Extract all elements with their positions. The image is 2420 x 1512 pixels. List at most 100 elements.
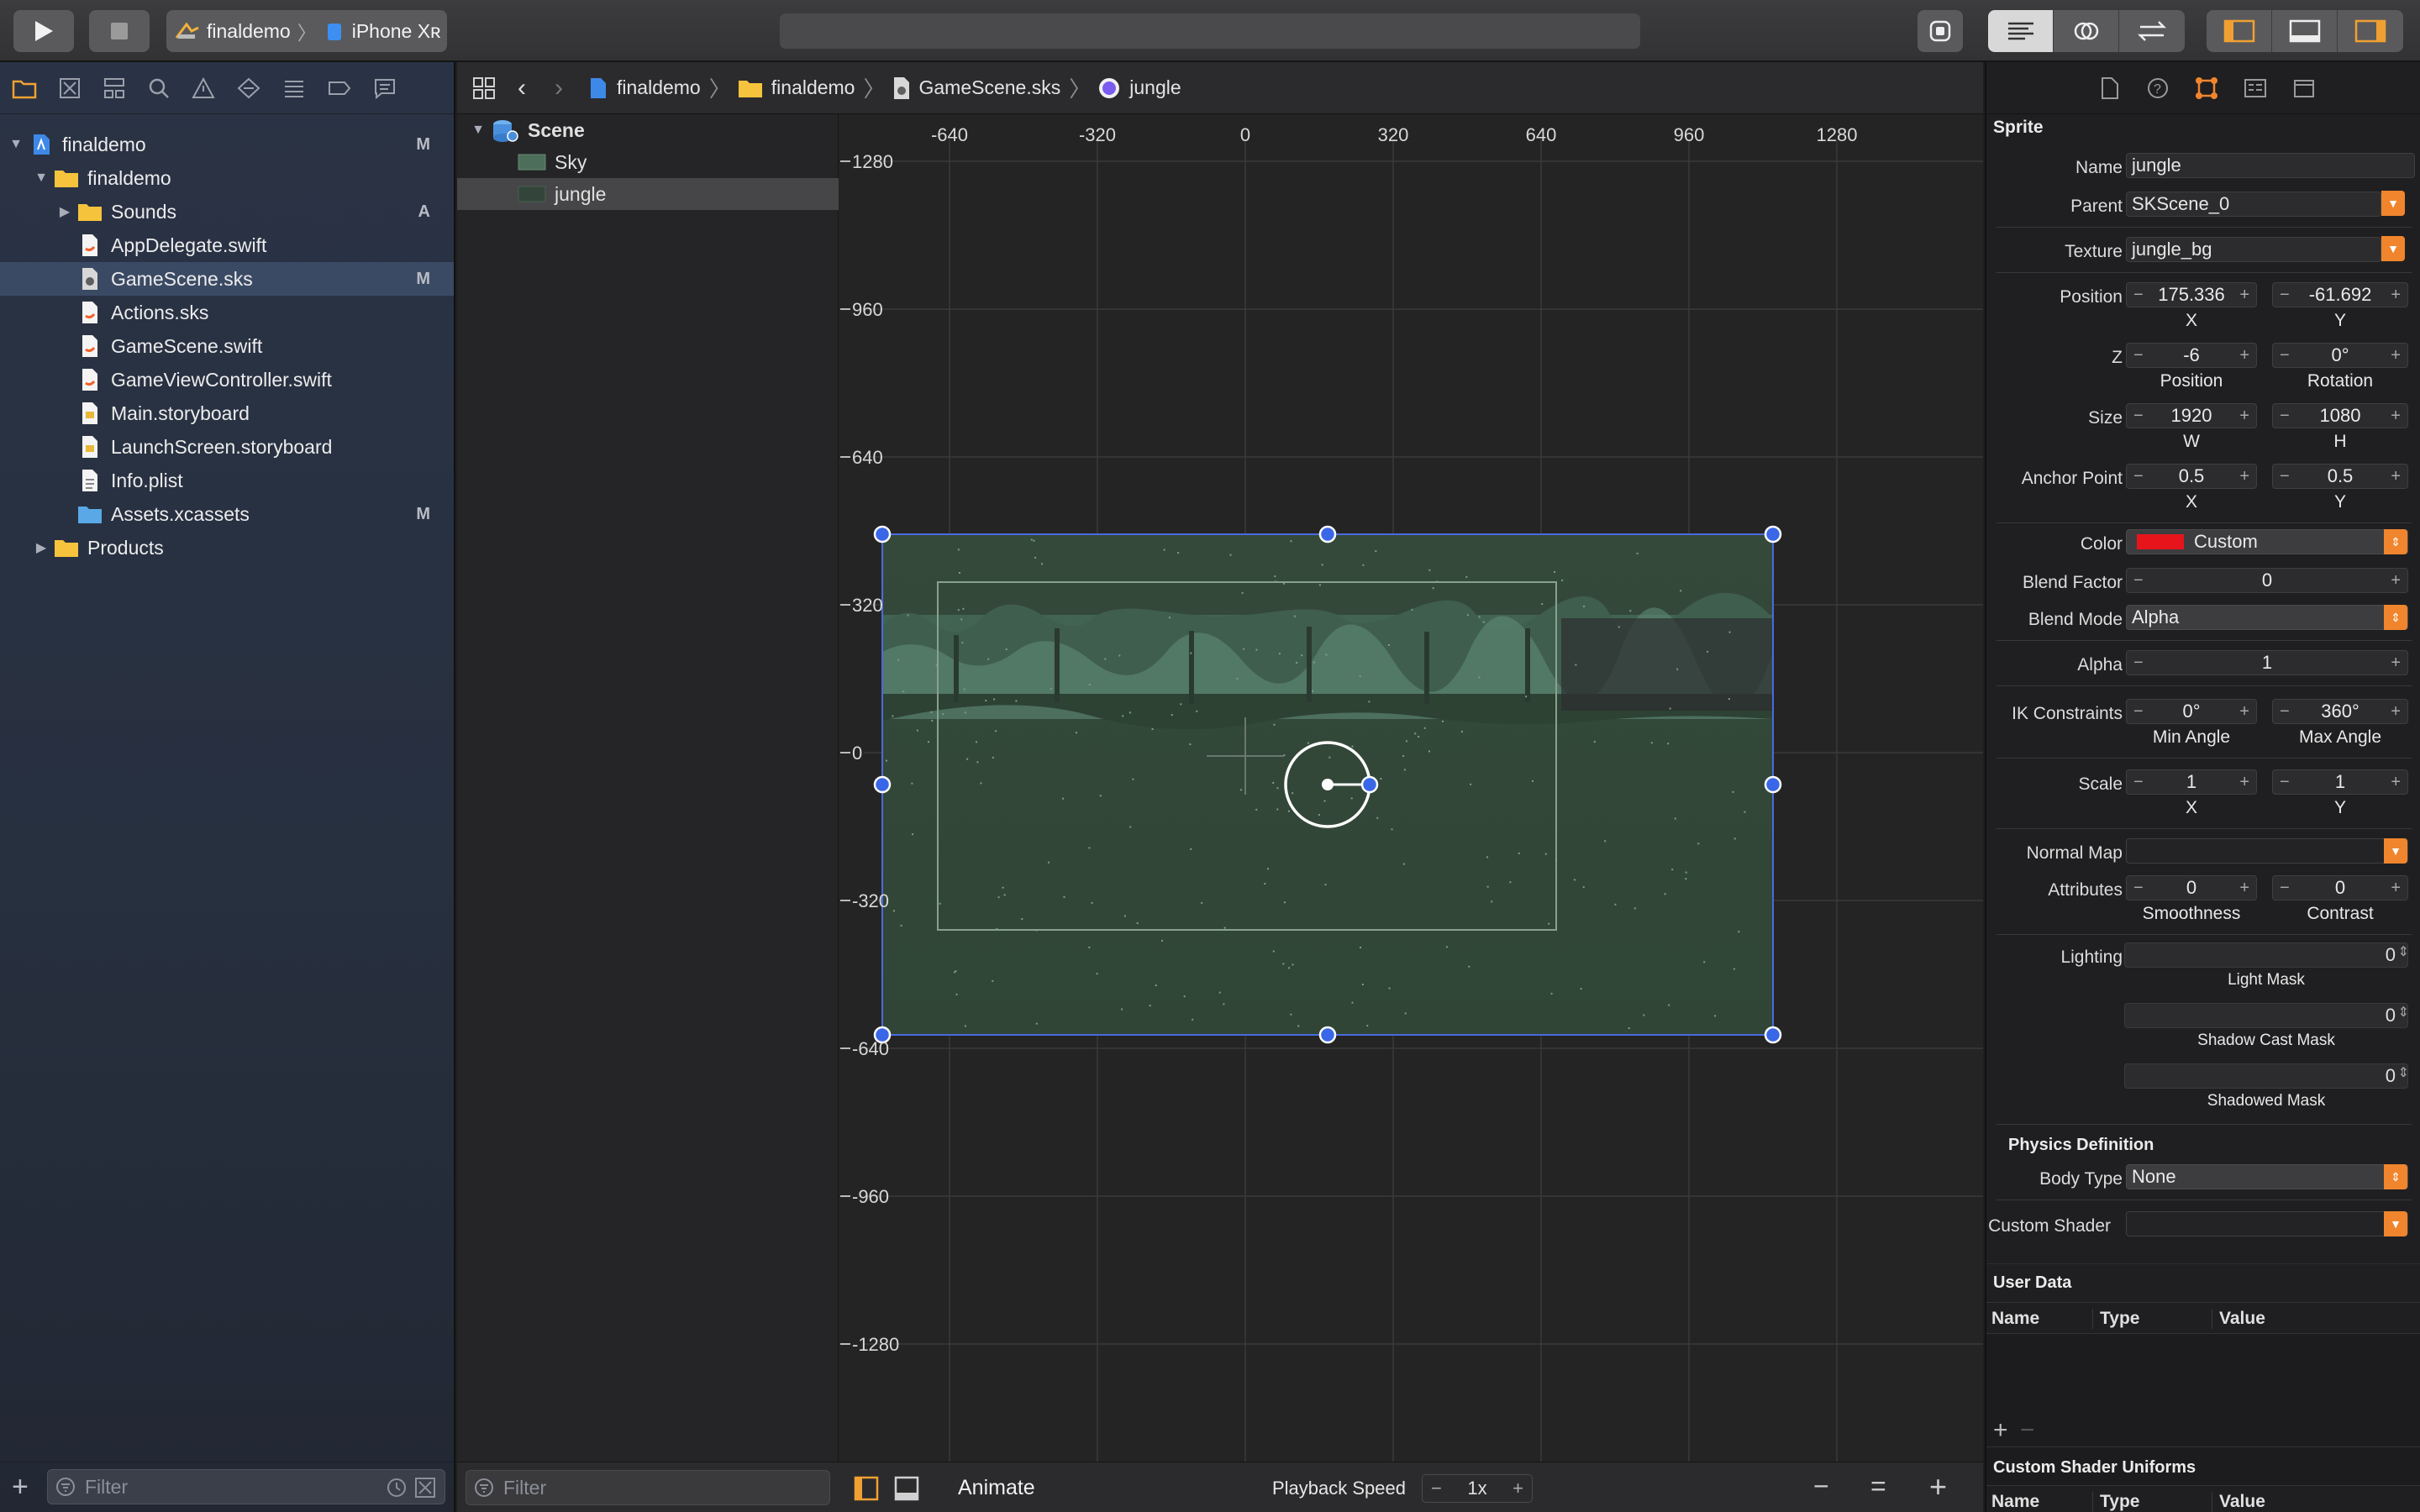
outline-item-sky[interactable]: Sky [457, 146, 839, 178]
related-items-icon[interactable] [472, 76, 496, 100]
folder-icon[interactable] [12, 77, 37, 99]
anchor-x-stepper[interactable]: − 0.5 + [2126, 464, 2257, 489]
increment-icon[interactable]: + [2391, 467, 2401, 486]
scheme-selector[interactable]: finaldemo 〉 iPhone Xʀ [166, 10, 447, 52]
size-h-stepper[interactable]: − 1080 + [2272, 403, 2408, 428]
position-x-stepper[interactable]: −175.336 + [2126, 282, 2257, 307]
decrement-icon[interactable]: − [2133, 346, 2144, 365]
outline-item-jungle[interactable]: jungle [457, 178, 839, 210]
increment-icon[interactable]: + [2391, 286, 2401, 305]
anchor-y-stepper[interactable]: − 0.5 + [2272, 464, 2408, 489]
increment-icon[interactable]: + [2239, 467, 2249, 486]
body-type-popup[interactable]: None ⇕ [2126, 1164, 2408, 1189]
increment-icon[interactable]: + [2239, 702, 2249, 722]
color-popup[interactable]: Custom ⇕ [2126, 529, 2408, 554]
decrement-icon[interactable]: − [2133, 702, 2144, 722]
smoothness-stepper[interactable]: − 0 + [2126, 875, 2257, 900]
decrement-icon[interactable]: − [2280, 879, 2290, 898]
issue-icon[interactable] [192, 76, 215, 99]
decrement-icon[interactable]: − [2133, 286, 2144, 305]
outline-filter-field[interactable]: Filter [466, 1470, 830, 1505]
tree-item-file[interactable]: Actions.sks [0, 296, 454, 329]
increment-icon[interactable]: + [2239, 879, 2249, 898]
increment-icon[interactable]: + [2391, 654, 2401, 673]
decrement-icon[interactable]: − [2133, 773, 2144, 792]
parent-popup[interactable]: ▼ [2381, 191, 2405, 217]
parent-field[interactable]: SKScene_0 [2126, 192, 2381, 217]
tree-item-file-selected[interactable]: GameScene.sks M [0, 262, 454, 296]
recent-files-icon[interactable] [386, 1477, 408, 1499]
column-type[interactable]: Type [2092, 1309, 2139, 1329]
column-value[interactable]: Value [2212, 1309, 2265, 1329]
toggle-debug-area-button[interactable] [2272, 10, 2338, 52]
find-icon[interactable] [148, 77, 170, 99]
action-editor-toggle-icon[interactable] [894, 1476, 919, 1501]
increment-icon[interactable]: + [2391, 879, 2401, 898]
decrement-icon[interactable]: − [2133, 407, 2144, 426]
increment-icon[interactable]: + [2239, 773, 2249, 792]
shadowed-mask-field[interactable]: 0 ⇕ [2124, 1063, 2409, 1089]
forward-icon[interactable]: › [555, 74, 563, 102]
version-editor-button[interactable] [2119, 10, 2185, 52]
disclosure-open-icon[interactable]: ▼ [34, 171, 49, 186]
source-control-icon[interactable] [59, 77, 81, 99]
symbol-navigator-icon[interactable] [103, 77, 126, 99]
custom-shader-field[interactable]: ▼ [2126, 1211, 2408, 1236]
decrement-icon[interactable]: − [2280, 773, 2290, 792]
media-library-icon[interactable] [2292, 76, 2316, 100]
alpha-stepper[interactable]: − 1 + [2126, 650, 2408, 675]
decrement-icon[interactable]: − [2280, 286, 2290, 305]
breadcrumb-file[interactable]: GameScene.sks [892, 76, 1060, 100]
run-button[interactable] [13, 10, 74, 52]
tree-item-file[interactable]: Main.storyboard [0, 396, 454, 430]
add-icon[interactable]: + [12, 1471, 29, 1504]
debug-navigator-icon[interactable] [282, 77, 306, 99]
scm-filter-icon[interactable] [414, 1477, 436, 1499]
test-navigator-icon[interactable] [237, 77, 260, 99]
texture-field[interactable]: jungle_bg [2126, 237, 2381, 262]
disclosure-closed-icon[interactable]: ▶ [57, 203, 72, 220]
remove-row-icon[interactable]: − [2020, 1416, 2035, 1445]
disclosure-open-icon[interactable]: ▼ [8, 137, 24, 152]
stop-button[interactable] [89, 10, 150, 52]
shadow-cast-mask-field[interactable]: 0 ⇕ [2124, 1003, 2409, 1028]
scale-y-stepper[interactable]: − 1 + [2272, 769, 2408, 795]
increment-icon[interactable]: + [2239, 407, 2249, 426]
toggle-inspector-button[interactable] [2338, 10, 2403, 52]
contrast-stepper[interactable]: − 0 + [2272, 875, 2408, 900]
z-rotation-stepper[interactable]: − 0° + [2272, 343, 2408, 368]
zoom-fit-icon[interactable]: = [1870, 1471, 1886, 1502]
decrement-icon[interactable]: − [2133, 571, 2144, 591]
custom-class-icon[interactable] [2244, 76, 2267, 100]
breadcrumb-node[interactable]: jungle [1097, 76, 1181, 100]
texture-popup[interactable]: ▼ [2381, 236, 2405, 262]
column-name[interactable]: Name [1991, 1492, 2039, 1512]
tree-item-group-finaldemo[interactable]: ▼ finaldemo [0, 161, 454, 195]
size-w-stepper[interactable]: − 1920 + [2126, 403, 2257, 428]
increment-icon[interactable]: + [2391, 702, 2401, 722]
increment-icon[interactable]: + [2391, 571, 2401, 591]
increment-icon[interactable]: + [2391, 407, 2401, 426]
z-position-stepper[interactable]: − -6 + [2126, 343, 2257, 368]
decrement-icon[interactable]: − [2280, 467, 2290, 486]
increment-icon[interactable]: + [2391, 346, 2401, 365]
breadcrumb-group[interactable]: finaldemo [738, 76, 855, 99]
file-inspector-icon[interactable] [2099, 76, 2121, 100]
increment-icon[interactable]: + [2239, 346, 2249, 365]
tree-item-file[interactable]: LaunchScreen.storyboard [0, 430, 454, 464]
tree-item-file[interactable]: AppDelegate.swift [0, 228, 454, 262]
ik-min-stepper[interactable]: − 0° + [2126, 699, 2257, 724]
ik-max-stepper[interactable]: − 360° + [2272, 699, 2408, 724]
tree-item-file[interactable]: GameViewController.swift [0, 363, 454, 396]
zoom-in-icon[interactable]: + [1929, 1469, 1947, 1504]
normal-map-field[interactable]: ▼ [2126, 838, 2408, 864]
decrement-icon[interactable]: − [2280, 346, 2290, 365]
column-name[interactable]: Name [1991, 1309, 2039, 1329]
scale-x-stepper[interactable]: − 1 + [2126, 769, 2257, 795]
scene-editor-canvas[interactable]: -640 -320 0 320 640 960 1280 1280 960 640 320 0 -32… [839, 114, 1983, 1462]
breakpoint-navigator-icon[interactable] [328, 77, 351, 99]
stepper-icon[interactable]: ⇕ [2398, 943, 2409, 960]
tree-item-group-sounds[interactable]: ▶ Sounds A [0, 195, 454, 228]
add-row-icon[interactable]: + [1993, 1416, 2008, 1445]
increment-icon[interactable]: + [2239, 286, 2249, 305]
